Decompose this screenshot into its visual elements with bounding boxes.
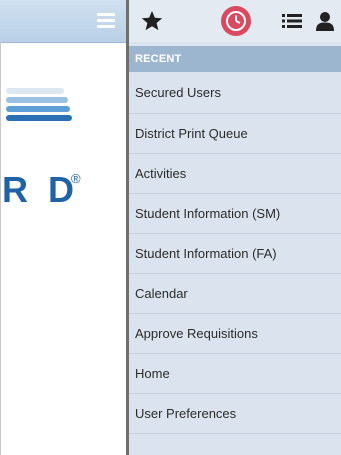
- recent-item-label: Student Information (SM): [135, 206, 281, 221]
- logo-text: R D: [2, 169, 79, 210]
- app-top-bar: [0, 0, 126, 43]
- logo-registered-mark: ®: [71, 171, 81, 186]
- recent-item-activities[interactable]: Activities: [129, 154, 341, 194]
- user-icon[interactable]: [310, 6, 340, 36]
- list-icon[interactable]: [277, 6, 307, 36]
- logo-stripe: [6, 97, 68, 103]
- logo-stripe: [6, 106, 70, 112]
- hamburger-icon[interactable]: [97, 12, 115, 28]
- recent-item-calendar[interactable]: Calendar: [129, 274, 341, 314]
- logo-stripe: [6, 88, 64, 94]
- recent-item-label: Student Information (FA): [135, 246, 277, 261]
- nav-toolbar: [129, 0, 341, 42]
- recent-item-label: District Print Queue: [135, 126, 248, 141]
- recent-item-home[interactable]: Home: [129, 354, 341, 394]
- recent-item-secured-users[interactable]: Secured Users: [129, 72, 341, 114]
- navigation-panel: RECENT Secured Users District Print Queu…: [126, 0, 341, 455]
- recent-item-label: User Preferences: [135, 406, 237, 421]
- recent-item-label: Secured Users: [135, 85, 221, 100]
- recent-item-label: Approve Requisitions: [135, 326, 258, 341]
- star-icon[interactable]: [137, 6, 167, 36]
- hamburger-line: [97, 13, 115, 16]
- panel-divider: [126, 0, 129, 455]
- recent-item-approve-requisitions[interactable]: Approve Requisitions: [129, 314, 341, 354]
- recent-items-list: Secured Users District Print Queue Activ…: [129, 72, 341, 434]
- main-content-pane: R D ®: [0, 0, 126, 455]
- recent-item-label: Home: [135, 366, 170, 381]
- recent-item-student-information-sm[interactable]: Student Information (SM): [129, 194, 341, 234]
- recent-item-student-information-fa[interactable]: Student Information (FA): [129, 234, 341, 274]
- recent-item-label: Activities: [135, 166, 187, 181]
- clock-icon[interactable]: [220, 5, 252, 37]
- recent-item-user-preferences[interactable]: User Preferences: [129, 394, 341, 434]
- pane-border: [0, 42, 1, 455]
- recent-section-header: RECENT: [129, 46, 341, 72]
- recent-item-label: Calendar: [135, 286, 188, 301]
- logo-stripes: [6, 88, 72, 122]
- hamburger-line: [97, 25, 115, 28]
- logo-stripe: [6, 115, 72, 121]
- recent-item-district-print-queue[interactable]: District Print Queue: [129, 114, 341, 154]
- hamburger-line: [97, 19, 115, 22]
